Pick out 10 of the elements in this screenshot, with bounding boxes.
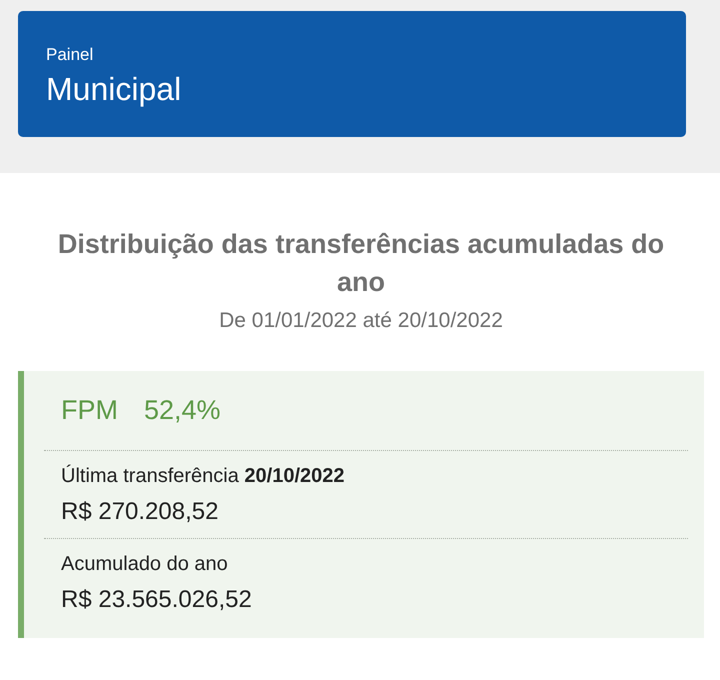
row-label: Acumulado do ano [61,553,229,576]
header-subtitle: Painel [46,45,94,65]
row-value: R$ 23.565.026,52 [61,586,253,614]
section-title: Distribuição das transferências acumuladas do ano [56,228,666,299]
row-label: Última transferência 20/10/2022 [61,465,346,488]
card-name: FPM [61,395,118,426]
header-title: Municipal [46,71,182,108]
row-value: R$ 270.208,52 [61,498,220,526]
card-percent: 52,4% [144,395,221,426]
period-text: De 01/01/2022 até 20/10/2022 [218,309,504,333]
